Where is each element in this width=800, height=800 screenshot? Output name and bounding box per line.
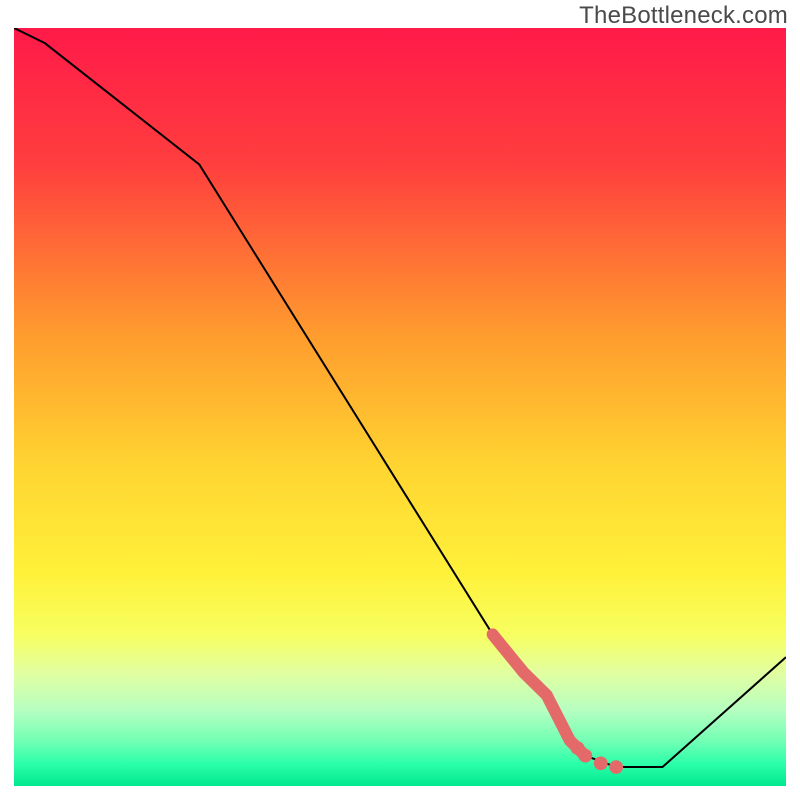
bottleneck-curve — [14, 28, 786, 767]
plot-area — [14, 28, 786, 786]
curve-overlay — [14, 28, 786, 786]
highlight-point — [594, 756, 608, 770]
chart-container: TheBottleneck.com — [0, 0, 800, 800]
watermark-text: TheBottleneck.com — [579, 2, 788, 30]
highlight-point — [609, 760, 623, 774]
highlight-point — [578, 749, 592, 763]
highlight-points — [571, 741, 623, 774]
highlight-segment — [493, 634, 586, 755]
